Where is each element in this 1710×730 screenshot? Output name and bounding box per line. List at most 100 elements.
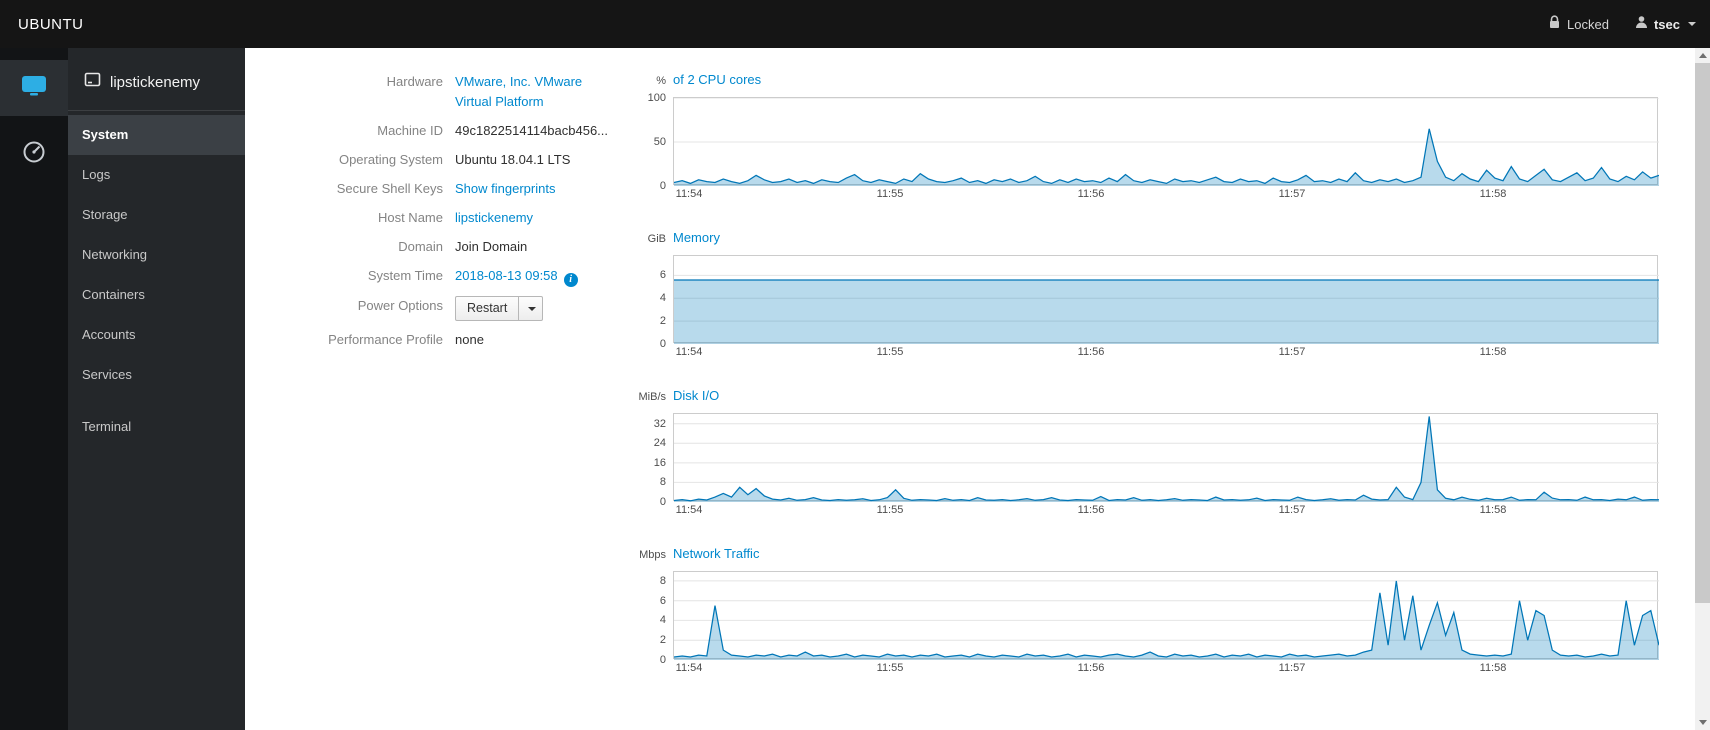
cpu-chart: % of 2 CPU cores 0 50 100 11:54 11:55 11:56 1… — [607, 72, 1662, 205]
y-tick-label: 2 — [659, 315, 666, 328]
x-tick-label: 11:57 — [1278, 504, 1306, 516]
cpu-x-axis: 11:54 11:55 11:56 11:57 11:58 — [673, 185, 1658, 205]
info-row-hardware: Hardware VMware, Inc. VMware Virtual Pla… — [265, 72, 607, 112]
info-row-domain: Domain Join Domain — [265, 237, 607, 257]
x-tick-label: 11:54 — [675, 504, 703, 516]
x-tick-label: 11:56 — [1077, 662, 1105, 674]
y-tick-label: 50 — [653, 136, 666, 148]
show-fingerprints-link[interactable]: Show fingerprints — [455, 181, 555, 196]
sidebar-item-storage[interactable]: Storage — [68, 195, 245, 235]
disk-io-chart-title-link[interactable]: Disk I/O — [673, 388, 719, 403]
x-tick-label: 11:54 — [675, 346, 703, 358]
ssh-keys-label: Secure Shell Keys — [336, 181, 443, 196]
domain-label: Domain — [398, 239, 443, 254]
disk-io-plot[interactable]: 0 8 16 24 32 — [654, 413, 1659, 508]
x-tick-label: 11:57 — [1278, 346, 1306, 358]
info-row-machine-id: Machine ID 49c1822514114bacb456... — [265, 121, 608, 141]
memory-plot[interactable]: 0 2 4 6 — [660, 255, 1659, 350]
y-tick-label: 0 — [659, 180, 666, 192]
scroll-down-arrow[interactable] — [1695, 715, 1710, 730]
info-row-performance-profile: Performance Profile none — [265, 330, 607, 350]
info-row-host-name: Host Name lipstickenemy — [265, 208, 607, 228]
cpu-chart-title-link[interactable]: of 2 CPU cores — [673, 72, 761, 87]
network-unit-label: Mbps — [639, 549, 666, 561]
disk-io-x-axis: 11:54 11:55 11:56 11:57 11:58 — [673, 501, 1658, 521]
network-plot[interactable]: 0 2 4 6 8 — [660, 571, 1659, 666]
triangle-up-icon — [1698, 53, 1707, 58]
performance-profile-label: Performance Profile — [328, 332, 443, 347]
system-time-link[interactable]: 2018-08-13 09:58 — [455, 268, 558, 283]
network-chart-title-link[interactable]: Network Traffic — [673, 546, 759, 561]
x-tick-label: 11:58 — [1479, 346, 1507, 358]
hardware-label: Hardware — [386, 74, 443, 89]
dashboard-view-button[interactable] — [0, 126, 68, 182]
user-icon — [1635, 15, 1648, 33]
y-tick-label: 32 — [653, 417, 666, 430]
operating-system-label: Operating System — [338, 152, 443, 167]
gauge-icon — [21, 139, 47, 170]
y-tick-label: 8 — [659, 574, 666, 587]
sidebar-item-terminal[interactable]: Terminal — [68, 407, 245, 447]
scrollbar-thumb[interactable] — [1695, 63, 1710, 603]
power-options-dropdown: Restart — [455, 296, 544, 321]
locked-indicator[interactable]: Locked — [1549, 14, 1609, 34]
chevron-down-icon — [527, 306, 536, 311]
y-tick-label: 0 — [659, 338, 666, 350]
y-tick-label: 0 — [659, 496, 666, 508]
y-tick-label: 0 — [659, 654, 666, 666]
x-tick-label: 11:57 — [1278, 662, 1306, 674]
sidebar-item-system[interactable]: System — [68, 115, 245, 155]
sidebar-nav: System Logs Storage Networking Container… — [68, 111, 245, 447]
memory-unit-label: GiB — [647, 233, 666, 245]
disk-io-chart: MiB/s Disk I/O 0 8 16 24 32 11:54 11:55 11:56 1… — [607, 388, 1662, 521]
memory-x-axis: 11:54 11:55 11:56 11:57 11:58 — [673, 343, 1658, 363]
sidebar-menu: lipstickenemy System Logs Storage Networ… — [68, 48, 245, 730]
sidebar-item-accounts[interactable]: Accounts — [68, 315, 245, 355]
machine-id-label: Machine ID — [377, 123, 443, 138]
y-tick-label: 4 — [659, 614, 666, 627]
cpu-plot[interactable]: 0 50 100 — [648, 92, 1659, 192]
sidebar-item-networking[interactable]: Networking — [68, 235, 245, 275]
main-content: Hardware VMware, Inc. VMware Virtual Pla… — [245, 48, 1695, 730]
info-row-system-time: System Time 2018-08-13 09:58 i — [265, 266, 607, 287]
sidebar-item-services[interactable]: Services — [68, 355, 245, 395]
vertical-scrollbar[interactable] — [1695, 48, 1710, 730]
memory-chart-title-link[interactable]: Memory — [673, 230, 720, 245]
info-row-operating-system: Operating System Ubuntu 18.04.1 LTS — [265, 150, 607, 170]
time-info-icon[interactable]: i — [563, 273, 578, 287]
x-tick-label: 11:58 — [1479, 188, 1507, 200]
hardware-link[interactable]: VMware, Inc. VMware Virtual Platform — [455, 74, 582, 109]
system-time-label: System Time — [367, 268, 443, 283]
performance-profile-value: none — [455, 332, 484, 347]
network-traffic-chart: Mbps Network Traffic 02468 11:54 11:55 11:… — [607, 546, 1662, 679]
y-tick-label: 2 — [659, 634, 666, 647]
username-label: tsec — [1653, 16, 1680, 32]
server-view-button[interactable] — [0, 60, 68, 116]
disk-io-unit-label: MiB/s — [638, 391, 667, 403]
sidebar: lipstickenemy System Logs Storage Networ… — [0, 48, 245, 730]
host-name-link[interactable]: lipstickenemy — [455, 210, 533, 225]
sidebar-item-containers[interactable]: Containers — [68, 275, 245, 315]
x-tick-label: 11:55 — [876, 188, 904, 200]
operating-system-value: Ubuntu 18.04.1 LTS — [455, 152, 571, 167]
host-selector[interactable]: lipstickenemy — [68, 48, 245, 110]
host-name-row-label: Host Name — [377, 210, 443, 225]
x-tick-label: 11:56 — [1077, 188, 1105, 200]
x-tick-label: 11:55 — [876, 346, 904, 358]
server-icon — [20, 74, 48, 103]
y-tick-label: 100 — [647, 92, 666, 104]
y-tick-label: 6 — [659, 594, 666, 607]
x-tick-label: 11:58 — [1479, 662, 1507, 674]
power-options-caret-button[interactable] — [519, 296, 544, 321]
x-tick-label: 11:58 — [1479, 504, 1507, 516]
network-x-axis: 11:54 11:55 11:56 11:57 11:58 — [673, 659, 1658, 679]
top-navbar: UBUNTU Locked tsec — [0, 0, 1710, 48]
user-menu[interactable]: tsec — [1635, 15, 1696, 33]
sidebar-item-logs[interactable]: Logs — [68, 155, 245, 195]
memory-chart: GiB Memory 0246 11:54 11:55 11:56 11:57 11:5… — [607, 230, 1662, 363]
scroll-up-arrow[interactable] — [1695, 48, 1710, 63]
restart-button[interactable]: Restart — [455, 296, 520, 321]
join-domain-link[interactable]: Join Domain — [455, 239, 527, 254]
x-tick-label: 11:57 — [1278, 188, 1306, 200]
view-switcher-strip — [0, 48, 68, 730]
